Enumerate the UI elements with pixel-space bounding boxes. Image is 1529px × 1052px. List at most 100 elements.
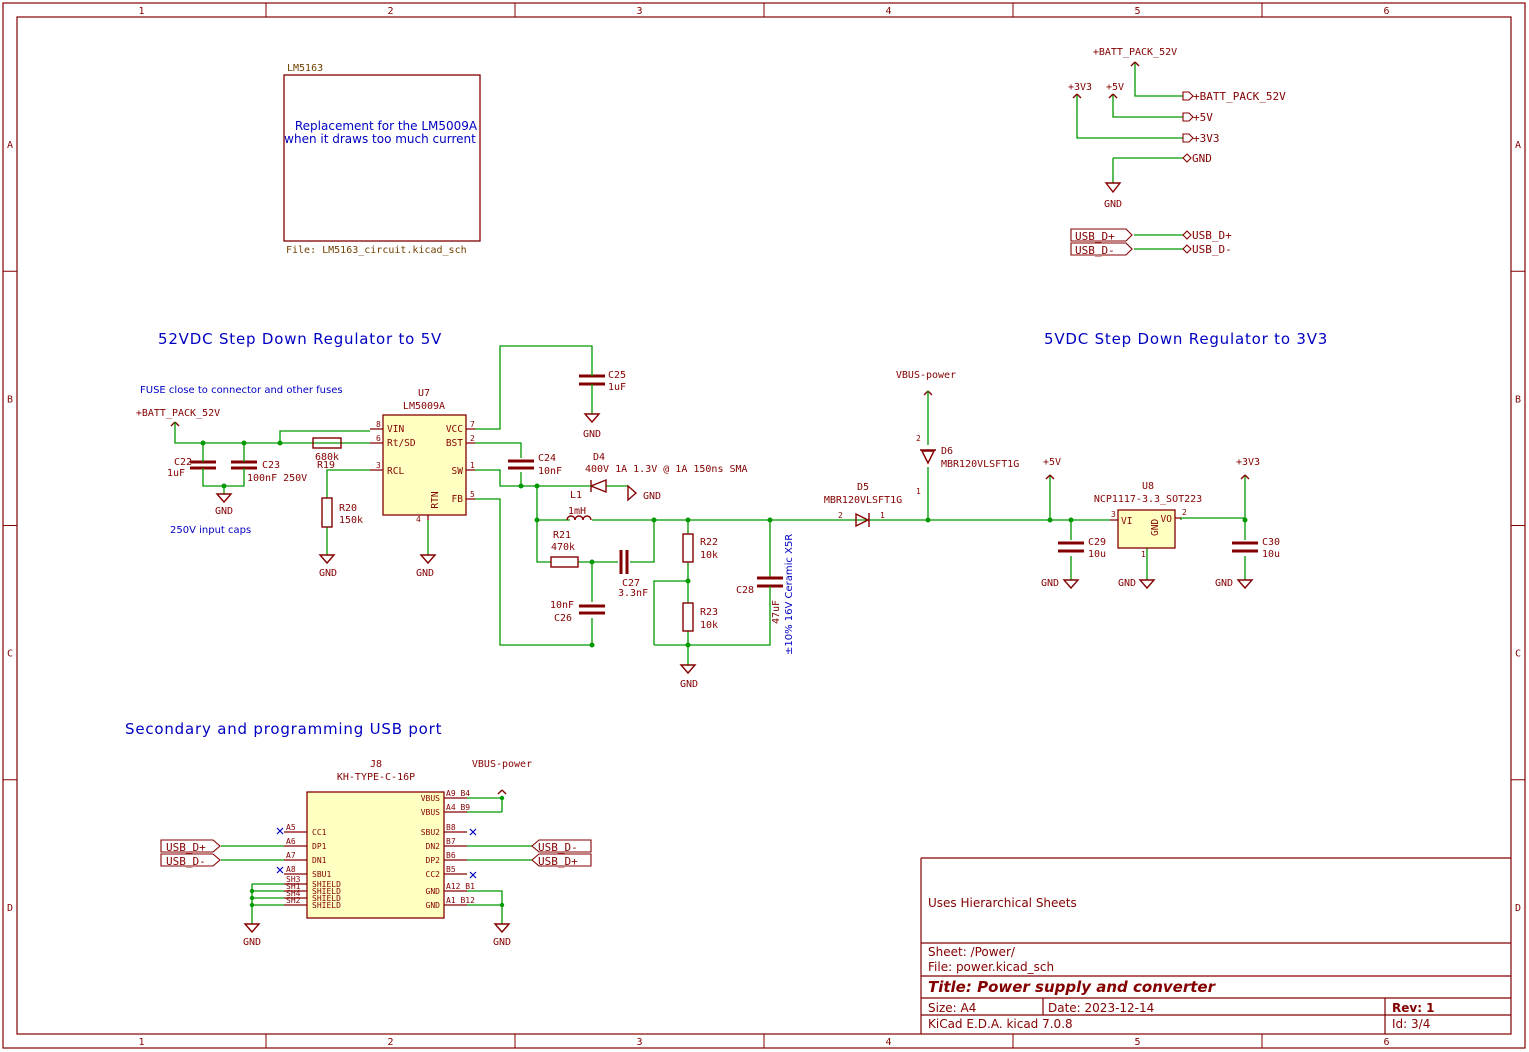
u7-num-3: 3: [376, 461, 381, 470]
power-port-gnd-top: GND: [1104, 199, 1122, 210]
j8-left-pin-name: SBU1: [312, 870, 331, 879]
l1-inductor[interactable]: L1 1mH: [566, 490, 592, 521]
power-port-3v3: +3V3: [1236, 457, 1260, 468]
j8-usb-c-connector[interactable]: J8 KH-TYPE-C-16P CC1 A5 DP1 A6 DN1 A7 SBU1 A8 SH…: [284, 759, 475, 919]
title-block-sheet: Sheet: /Power/: [928, 945, 1016, 959]
j8-left-pin-num: A8: [286, 865, 296, 874]
c26-capacitor[interactable]: 10nF C26: [550, 600, 605, 624]
title-block-rev: Rev: 1: [1392, 1001, 1435, 1015]
c23-value: 100nF 250V: [247, 473, 307, 484]
hierarchical-sheet-lm5163[interactable]: LM5163 File: LM5163_circuit.kicad_sch Re…: [283, 63, 481, 256]
c27-value: 3.3nF: [618, 588, 648, 599]
r20-resistor[interactable]: R20 150k: [321, 497, 363, 528]
c30-capacitor[interactable]: C30 10u: [1232, 537, 1280, 560]
frame-row-label-right: A: [1515, 140, 1521, 151]
j8-right-pin-name: GND: [426, 887, 441, 896]
r20-value: 150k: [339, 515, 363, 526]
gnd-u7: GND: [416, 568, 434, 579]
c29-ref: C29: [1088, 537, 1106, 548]
u7-num-5: 5: [470, 490, 475, 499]
u7-num-2: 2: [470, 434, 475, 443]
gnd-c29: GND: [1041, 578, 1059, 589]
c24-capacitor[interactable]: C24 10nF: [508, 453, 562, 477]
global-label-gnd: GND: [1192, 152, 1212, 165]
frame-column-label-bottom: 1: [138, 1037, 144, 1048]
c25-value: 1uF: [608, 382, 626, 393]
u8-pin-gnd: GND: [1150, 519, 1161, 536]
fuse-note: FUSE close to connector and other fuses: [140, 385, 343, 396]
r21-resistor[interactable]: R21 470k: [550, 530, 579, 568]
r22-resistor[interactable]: R22 10k: [682, 533, 718, 563]
u8-value: NCP1117-3.3_SOT223: [1094, 494, 1202, 505]
j8-right-pin-name: GND: [426, 901, 441, 910]
power-port-vbus: VBUS-power: [896, 370, 956, 381]
u7-pin-vcc: VCC: [446, 424, 463, 435]
c27-capacitor[interactable]: C27 3.3nF: [618, 550, 648, 599]
c23-ref: C23: [262, 460, 280, 471]
u7-lm5009a[interactable]: U7 LM5009A VIN Rt/SD RCL VCC BST SW FB R…: [370, 388, 475, 524]
u7-value: LM5009A: [403, 401, 445, 412]
usb-dp-label-top: USB_D+: [1075, 230, 1115, 243]
frame-row-label-left: A: [7, 140, 13, 151]
j8-right-pin-num: B8: [446, 823, 456, 832]
gnd-c22: GND: [215, 506, 233, 517]
u8-num-2: 2: [1182, 508, 1187, 517]
j8-left-pin-name: CC1: [312, 828, 327, 837]
d6-pin-k: 1: [916, 487, 921, 496]
sheet-note-line1: Replacement for the LM5009A: [295, 119, 478, 133]
u7-pin-rtsd: Rt/SD: [387, 438, 416, 449]
u7-pin-sw: SW: [452, 466, 464, 477]
power-port-5v-top: +5V: [1106, 82, 1124, 93]
frame-column-label-bottom: 6: [1383, 1037, 1389, 1048]
gnd-r20: GND: [319, 568, 337, 579]
j8-left-pin-num: A5: [286, 823, 296, 832]
u7-pin-fb: FB: [452, 494, 464, 505]
l1-value: 1mH: [568, 506, 586, 517]
d5-ref: D5: [857, 482, 869, 493]
c24-value: 10nF: [538, 466, 562, 477]
power-port-batt: +BATT_PACK_52V: [136, 408, 220, 419]
j8-left-pin-name: DN1: [312, 856, 327, 865]
u7-pin-rtn: RTN: [430, 491, 441, 508]
d4-ref: D4: [593, 452, 605, 463]
j8-right-pin-num: A1_B12: [446, 896, 475, 905]
frame-column-label-bottom: 2: [387, 1037, 393, 1048]
u7-pin-rcl: RCL: [387, 466, 404, 477]
regulator-52v-section: FUSE close to connector and other fuses …: [136, 345, 1019, 690]
d4-diode[interactable]: D4 400V 1A 1.3V @ 1A 150ns SMA: [548, 452, 748, 494]
d5-value: MBR120VLSFT1G: [824, 495, 902, 506]
j8-left-pin-num: A7: [286, 851, 296, 860]
j8-left-pin-num: A6: [286, 837, 296, 846]
power-port-vbus-usb: VBUS-power: [472, 759, 532, 770]
j8-right-pin-name: DP2: [426, 856, 441, 865]
c28-capacitor[interactable]: C28 47uF ±10% 16V Ceramic X5R: [736, 534, 795, 655]
c29-capacitor[interactable]: C29 10u: [1058, 537, 1106, 560]
j8-usb-dm-right: USB_D-: [538, 841, 578, 854]
r21-ref: R21: [553, 530, 571, 541]
section-title-3v3: 5VDC Step Down Regulator to 3V3: [1044, 330, 1328, 348]
title-block-comment: Uses Hierarchical Sheets: [928, 896, 1077, 910]
frame-column-label-top: 1: [138, 6, 144, 17]
frame-row-label-right: D: [1515, 903, 1521, 914]
u7-num-4: 4: [416, 515, 421, 524]
title-block: Uses Hierarchical Sheets Sheet: /Power/ …: [920, 857, 1511, 1034]
j8-right-pin-num: B5: [446, 865, 456, 874]
frame-column-label-top: 5: [1134, 6, 1140, 17]
power-port-batt-top: +BATT_PACK_52V: [1093, 47, 1177, 58]
title-block-id: Id: 3/4: [1392, 1017, 1430, 1031]
title-block-tool: KiCad E.D.A. kicad 7.0.8: [928, 1017, 1073, 1031]
section-title-usb: Secondary and programming USB port: [125, 720, 442, 738]
u8-ncp1117[interactable]: U8 NCP1117-3.3_SOT223 VI VO GND 3 2 1: [1094, 481, 1202, 559]
r23-resistor[interactable]: R23 10k: [682, 602, 718, 632]
c22-capacitor[interactable]: C22 1uF: [167, 457, 216, 479]
c25-capacitor[interactable]: C25 1uF: [579, 370, 626, 393]
d6-diode[interactable]: D6 MBR120VLSFT1G 2 1: [916, 434, 1019, 496]
j8-ref: J8: [370, 759, 382, 770]
r23-value: 10k: [700, 620, 718, 631]
c23-capacitor[interactable]: C23 100nF 250V: [231, 458, 307, 484]
u7-num-8: 8: [376, 420, 381, 429]
u8-pin-vo: VO: [1161, 514, 1173, 525]
frame-row-label-left: C: [7, 649, 13, 660]
frame-row-label-right: B: [1515, 394, 1521, 405]
gnd-d4: GND: [643, 491, 661, 502]
